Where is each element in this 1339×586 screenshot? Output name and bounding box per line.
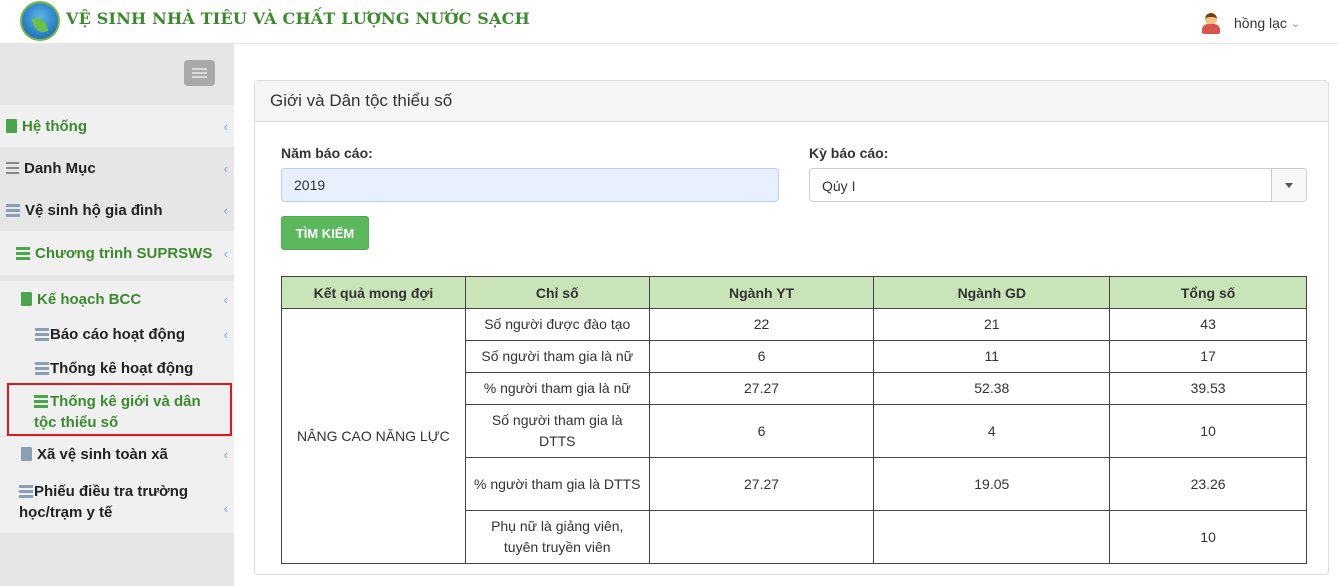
results-table: Kết quả mong đợi Chỉ số Ngành YT Ngành G… [281,276,1307,564]
chevron-left-icon: ‹ [223,326,228,342]
app-title: VỆ SINH NHÀ TIÊU VÀ CHẤT LƯỢNG NƯỚC SẠCH [66,9,530,28]
chevron-left-icon: ‹ [223,160,228,176]
sidebar-item-bao-cao-hoat-dong[interactable]: Báo cáo hoạt động ‹ [0,317,234,351]
sidebar-item-label: Kế hoạch BCC [37,290,142,308]
server-icon [6,203,20,217]
caret-down-icon[interactable] [1271,169,1306,201]
sidebar-item-label: Thống kê hoạt động [50,359,194,377]
sidebar-item-phieu-dieu-tra[interactable]: Phiếu điều tra trường học/trạm y tế ‹ [0,471,234,533]
chevron-left-icon: ‹ [223,501,228,516]
chevron-down-icon[interactable]: ⌄ [1291,17,1300,30]
sidebar-toggle-button[interactable] [184,60,215,86]
indicator-cell: Số người được đào tạo [464,308,650,341]
gd-cell [873,510,1111,564]
total-cell: 23.26 [1109,457,1307,511]
total-cell: 10 [1109,510,1307,564]
column-header: Ngành GD [873,276,1111,309]
gd-cell: 19.05 [873,457,1111,511]
selected-item-highlight [7,383,232,436]
user-name[interactable]: hồng lạc [1234,15,1287,31]
sidebar: Hệ thống ‹ Danh Mục ‹ Vệ sinh hộ gia đìn… [0,44,234,586]
document-icon [21,292,32,306]
list-icon [6,162,19,174]
sidebar-item-ve-sinh-ho-gia-dinh[interactable]: Vệ sinh hộ gia đình ‹ [0,189,234,231]
sidebar-item-label: Hệ thống [22,117,87,135]
sidebar-item-ke-hoach-bcc[interactable]: Kế hoạch BCC ‹ [0,281,234,317]
total-cell: 43 [1109,308,1307,341]
report-panel: Giới và Dân tộc thiểu số Năm báo cáo: Kỳ… [254,80,1329,575]
year-label: Năm báo cáo: [281,145,373,161]
user-menu[interactable]: hồng lạc ⌄ [1200,12,1300,34]
group-cell: NÂNG CAO NĂNG LỰC [281,308,466,564]
column-header: Ngành YT [648,276,875,309]
total-cell: 10 [1109,404,1307,458]
sidebar-item-label: Báo cáo hoạt động [50,325,185,343]
indicator-cell: Phụ nữ là giảng viên, tuyên truyền viên [464,510,650,564]
yt-cell: 22 [648,308,875,341]
yt-cell: 27.27 [648,372,875,405]
chevron-left-icon: ‹ [223,291,228,307]
table-header-row: Kết quả mong đợi Chỉ số Ngành YT Ngành G… [281,276,1307,309]
total-cell: 17 [1109,340,1307,373]
column-header: Chỉ số [464,276,650,309]
gd-cell: 4 [873,404,1111,458]
year-input[interactable] [281,168,779,202]
sidebar-item-thong-ke-hoat-dong[interactable]: Thống kê hoạt động [0,351,234,385]
sidebar-item-danh-muc[interactable]: Danh Mục ‹ [0,147,234,189]
indicator-cell: % người tham gia là nữ [464,372,650,405]
sidebar-item-label: Xã vệ sinh toàn xã [37,445,168,463]
period-label: Kỳ báo cáo: [809,145,889,161]
period-selected-value: Qúy I [822,178,856,194]
server-icon [16,246,30,260]
sidebar-item-xa-ve-sinh-toan-xa[interactable]: Xã vệ sinh toàn xã ‹ [0,437,234,471]
total-cell: 39.53 [1109,372,1307,405]
document-icon [21,447,32,461]
search-button[interactable]: TÌM KIẾM [281,216,369,250]
sidebar-item-chuong-trinh-suprsws[interactable]: Chương trình SUPRSWS ‹ [0,231,234,275]
column-header: Kết quả mong đợi [281,276,466,309]
period-select[interactable]: Qúy I [809,168,1307,202]
sidebar-item-label: Vệ sinh hộ gia đình [25,201,163,219]
sidebar-item-he-thong[interactable]: Hệ thống ‹ [0,105,234,147]
sidebar-item-label: Phiếu điều tra trường học/trạm y tế [19,483,189,521]
gd-cell: 21 [873,308,1111,341]
server-icon [19,485,33,498]
gd-cell: 52.38 [873,372,1111,405]
panel-title: Giới và Dân tộc thiểu số [255,81,1328,122]
top-header: VỆ SINH NHÀ TIÊU VÀ CHẤT LƯỢNG NƯỚC SẠCH… [0,0,1339,44]
yt-cell: 27.27 [648,457,875,511]
column-header: Tổng số [1109,276,1307,309]
yt-cell: 6 [648,404,875,458]
table-row: NÂNG CAO NĂNG LỰC Số người được đào tạo … [281,308,1307,564]
chevron-left-icon: ‹ [223,202,228,218]
chevron-left-icon: ‹ [223,118,228,134]
user-avatar-icon [1200,12,1222,34]
indicator-cell: Số người tham gia là nữ [464,340,650,373]
document-icon [6,119,17,133]
gd-cell: 11 [873,340,1111,373]
sidebar-item-label: Chương trình SUPRSWS [35,244,213,262]
yt-cell: 6 [648,340,875,373]
indicator-cell: Số người tham gia là DTTS [464,404,650,458]
server-icon [35,361,49,375]
app-logo[interactable] [20,1,60,41]
indicator-cell: % người tham gia là DTTS [464,457,650,511]
yt-cell [648,510,875,564]
server-icon [35,327,49,341]
chevron-left-icon: ‹ [223,245,228,261]
chevron-left-icon: ‹ [223,446,228,462]
sidebar-item-label: Danh Mục [24,159,96,177]
